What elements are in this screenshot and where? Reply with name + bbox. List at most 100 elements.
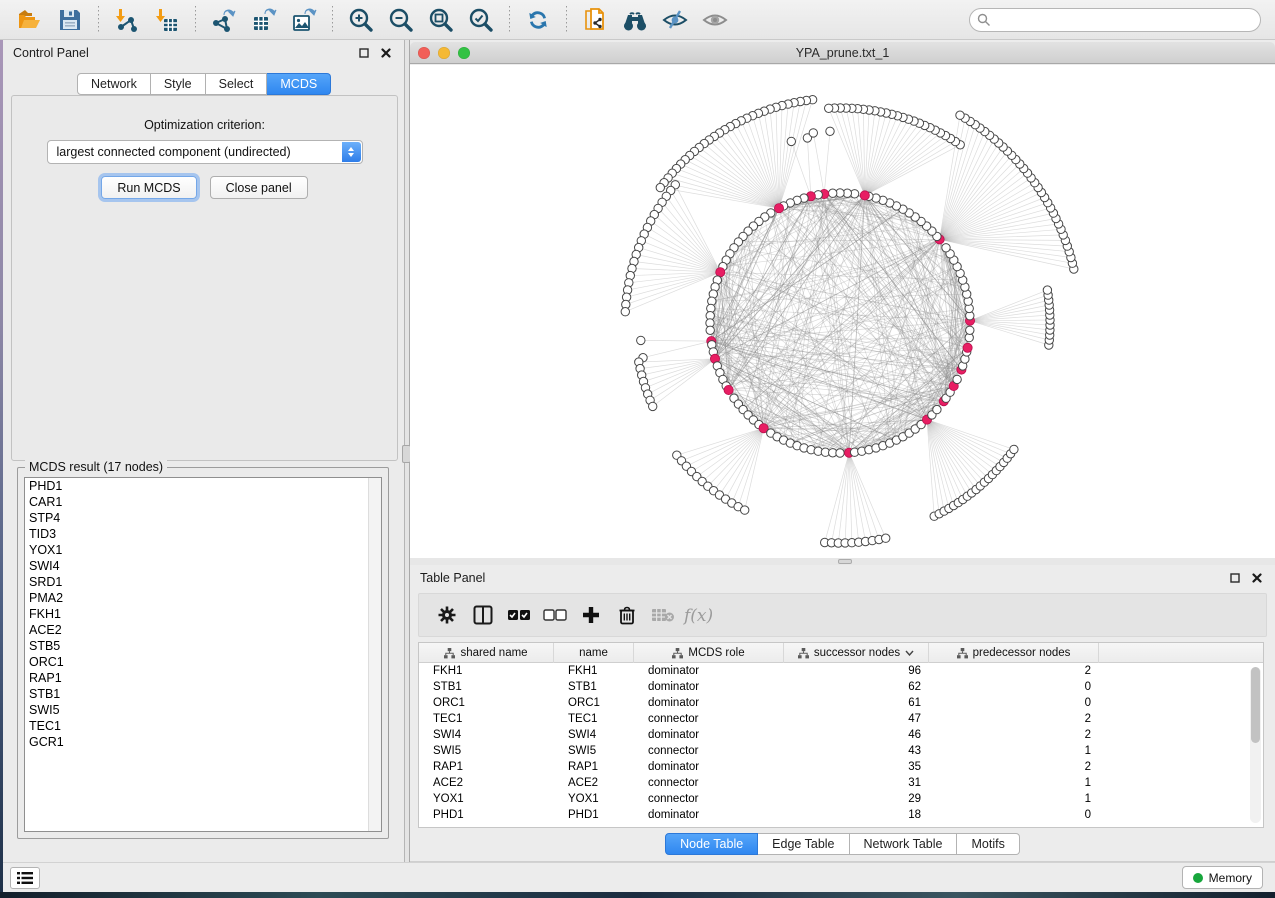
export-image-button[interactable]: [287, 5, 321, 35]
leaf-node[interactable]: [741, 506, 749, 514]
mcds-result-item[interactable]: PMA2: [25, 590, 381, 606]
tab-select[interactable]: Select: [206, 73, 268, 95]
zoom-selected-button[interactable]: [464, 5, 498, 35]
table-row[interactable]: TEC1TEC1connector472: [419, 711, 1263, 727]
delete-column-button[interactable]: [609, 600, 645, 630]
show-all-button[interactable]: [698, 5, 732, 35]
save-button[interactable]: [53, 5, 87, 35]
destroy-table-button[interactable]: [645, 600, 681, 630]
tab-motifs[interactable]: Motifs: [957, 833, 1019, 855]
tab-mcds[interactable]: MCDS: [267, 73, 331, 95]
add-column-button[interactable]: [573, 600, 609, 630]
mcds-result-item[interactable]: RAP1: [25, 670, 381, 686]
open-file-button[interactable]: [13, 5, 47, 35]
table-row[interactable]: ORC1ORC1dominator610: [419, 695, 1263, 711]
close-panel-button[interactable]: Close panel: [210, 176, 308, 199]
mcds-result-item[interactable]: SWI5: [25, 702, 381, 718]
share-document-button[interactable]: [578, 5, 612, 35]
float-panel-icon[interactable]: [356, 46, 372, 60]
select-all-button[interactable]: [501, 600, 537, 630]
export-network-button[interactable]: [207, 5, 241, 35]
refresh-button[interactable]: [521, 5, 555, 35]
tab-edge-table[interactable]: Edge Table: [758, 833, 849, 855]
leaf-node[interactable]: [637, 336, 645, 344]
zoom-out-button[interactable]: [384, 5, 418, 35]
column-header-MCDS-role[interactable]: MCDS role: [634, 643, 784, 663]
mcds-result-item[interactable]: CAR1: [25, 494, 381, 510]
ring-node[interactable]: [942, 244, 950, 252]
mcds-result-list[interactable]: PHD1CAR1STP4TID3YOX1SWI4SRD1PMA2FKH1ACE2…: [24, 477, 382, 832]
leaf-node[interactable]: [649, 402, 657, 410]
mcds-result-item[interactable]: ORC1: [25, 654, 381, 670]
ring-node[interactable]: [836, 449, 844, 457]
settings-gear-button[interactable]: [429, 600, 465, 630]
float-panel-icon[interactable]: [1227, 571, 1243, 585]
memory-button[interactable]: Memory: [1182, 866, 1263, 889]
mcds-result-item[interactable]: SWI4: [25, 558, 381, 574]
function-builder-button[interactable]: f(x): [681, 600, 717, 630]
task-history-button[interactable]: [10, 867, 40, 889]
column-header-name[interactable]: name: [554, 643, 634, 663]
search-input[interactable]: [969, 8, 1261, 32]
table-row[interactable]: STB1STB1dominator620: [419, 679, 1263, 695]
mcds-dominator-node[interactable]: [724, 385, 733, 394]
tab-style[interactable]: Style: [151, 73, 206, 95]
mcds-result-item[interactable]: GCR1: [25, 734, 381, 750]
splitter-grip[interactable]: [838, 559, 852, 564]
run-mcds-button[interactable]: Run MCDS: [101, 176, 196, 199]
mcds-result-item[interactable]: PHD1: [25, 478, 381, 494]
ring-node[interactable]: [933, 405, 941, 413]
leaf-node[interactable]: [787, 137, 795, 145]
mcds-result-item[interactable]: FKH1: [25, 606, 381, 622]
table-scrollbar[interactable]: [1250, 667, 1261, 823]
table-row[interactable]: SWI4SWI4dominator462: [419, 727, 1263, 743]
split-panel-button[interactable]: [465, 600, 501, 630]
column-header-shared-name[interactable]: shared name: [419, 643, 554, 663]
table-row[interactable]: SWI5SWI5connector431: [419, 743, 1263, 759]
mcds-result-item[interactable]: ACE2: [25, 622, 381, 638]
close-panel-icon[interactable]: [378, 46, 394, 60]
result-list-scrollbar[interactable]: [368, 478, 381, 831]
hide-selected-button[interactable]: [658, 5, 692, 35]
leaf-node[interactable]: [621, 308, 629, 316]
horizontal-splitter[interactable]: [410, 558, 1275, 565]
leaf-node[interactable]: [809, 129, 817, 137]
mcds-result-item[interactable]: STB5: [25, 638, 381, 654]
mcds-result-item[interactable]: SRD1: [25, 574, 381, 590]
leaf-node[interactable]: [826, 127, 834, 135]
mcds-dominator-node[interactable]: [963, 343, 972, 352]
network-window-titlebar[interactable]: YPA_prune.txt_1: [410, 42, 1275, 64]
mcds-result-item[interactable]: STB1: [25, 686, 381, 702]
zoom-in-button[interactable]: [344, 5, 378, 35]
leaf-node[interactable]: [825, 104, 833, 112]
mcds-result-item[interactable]: TID3: [25, 526, 381, 542]
column-header-successor-nodes[interactable]: successor nodes: [784, 643, 929, 663]
table-row[interactable]: YOX1YOX1connector291: [419, 791, 1263, 807]
ring-node[interactable]: [953, 375, 961, 383]
ring-node[interactable]: [966, 326, 974, 334]
leaf-node[interactable]: [956, 111, 964, 119]
mcds-result-item[interactable]: YOX1: [25, 542, 381, 558]
tab-node-table[interactable]: Node Table: [665, 833, 758, 855]
criterion-dropdown[interactable]: largest connected component (undirected): [47, 140, 363, 164]
tab-network-table[interactable]: Network Table: [850, 833, 958, 855]
network-canvas[interactable]: [410, 65, 1275, 558]
tab-network[interactable]: Network: [77, 73, 151, 95]
leaf-node[interactable]: [882, 534, 890, 542]
mcds-result-item[interactable]: STP4: [25, 510, 381, 526]
column-header-predecessor-nodes[interactable]: predecessor nodes: [929, 643, 1099, 663]
mcds-result-item[interactable]: TEC1: [25, 718, 381, 734]
import-network-button[interactable]: [110, 5, 144, 35]
ring-node[interactable]: [706, 326, 714, 334]
export-table-button[interactable]: [247, 5, 281, 35]
ring-node[interactable]: [829, 189, 837, 197]
mcds-dominator-node[interactable]: [860, 191, 869, 200]
leaf-node[interactable]: [656, 183, 664, 191]
leaf-node[interactable]: [1010, 445, 1018, 453]
table-scrollbar-thumb[interactable]: [1251, 667, 1260, 743]
find-button[interactable]: [618, 5, 652, 35]
leaf-node[interactable]: [1043, 286, 1051, 294]
close-panel-icon[interactable]: [1249, 571, 1265, 585]
import-table-button[interactable]: [150, 5, 184, 35]
table-row[interactable]: RAP1RAP1dominator352: [419, 759, 1263, 775]
